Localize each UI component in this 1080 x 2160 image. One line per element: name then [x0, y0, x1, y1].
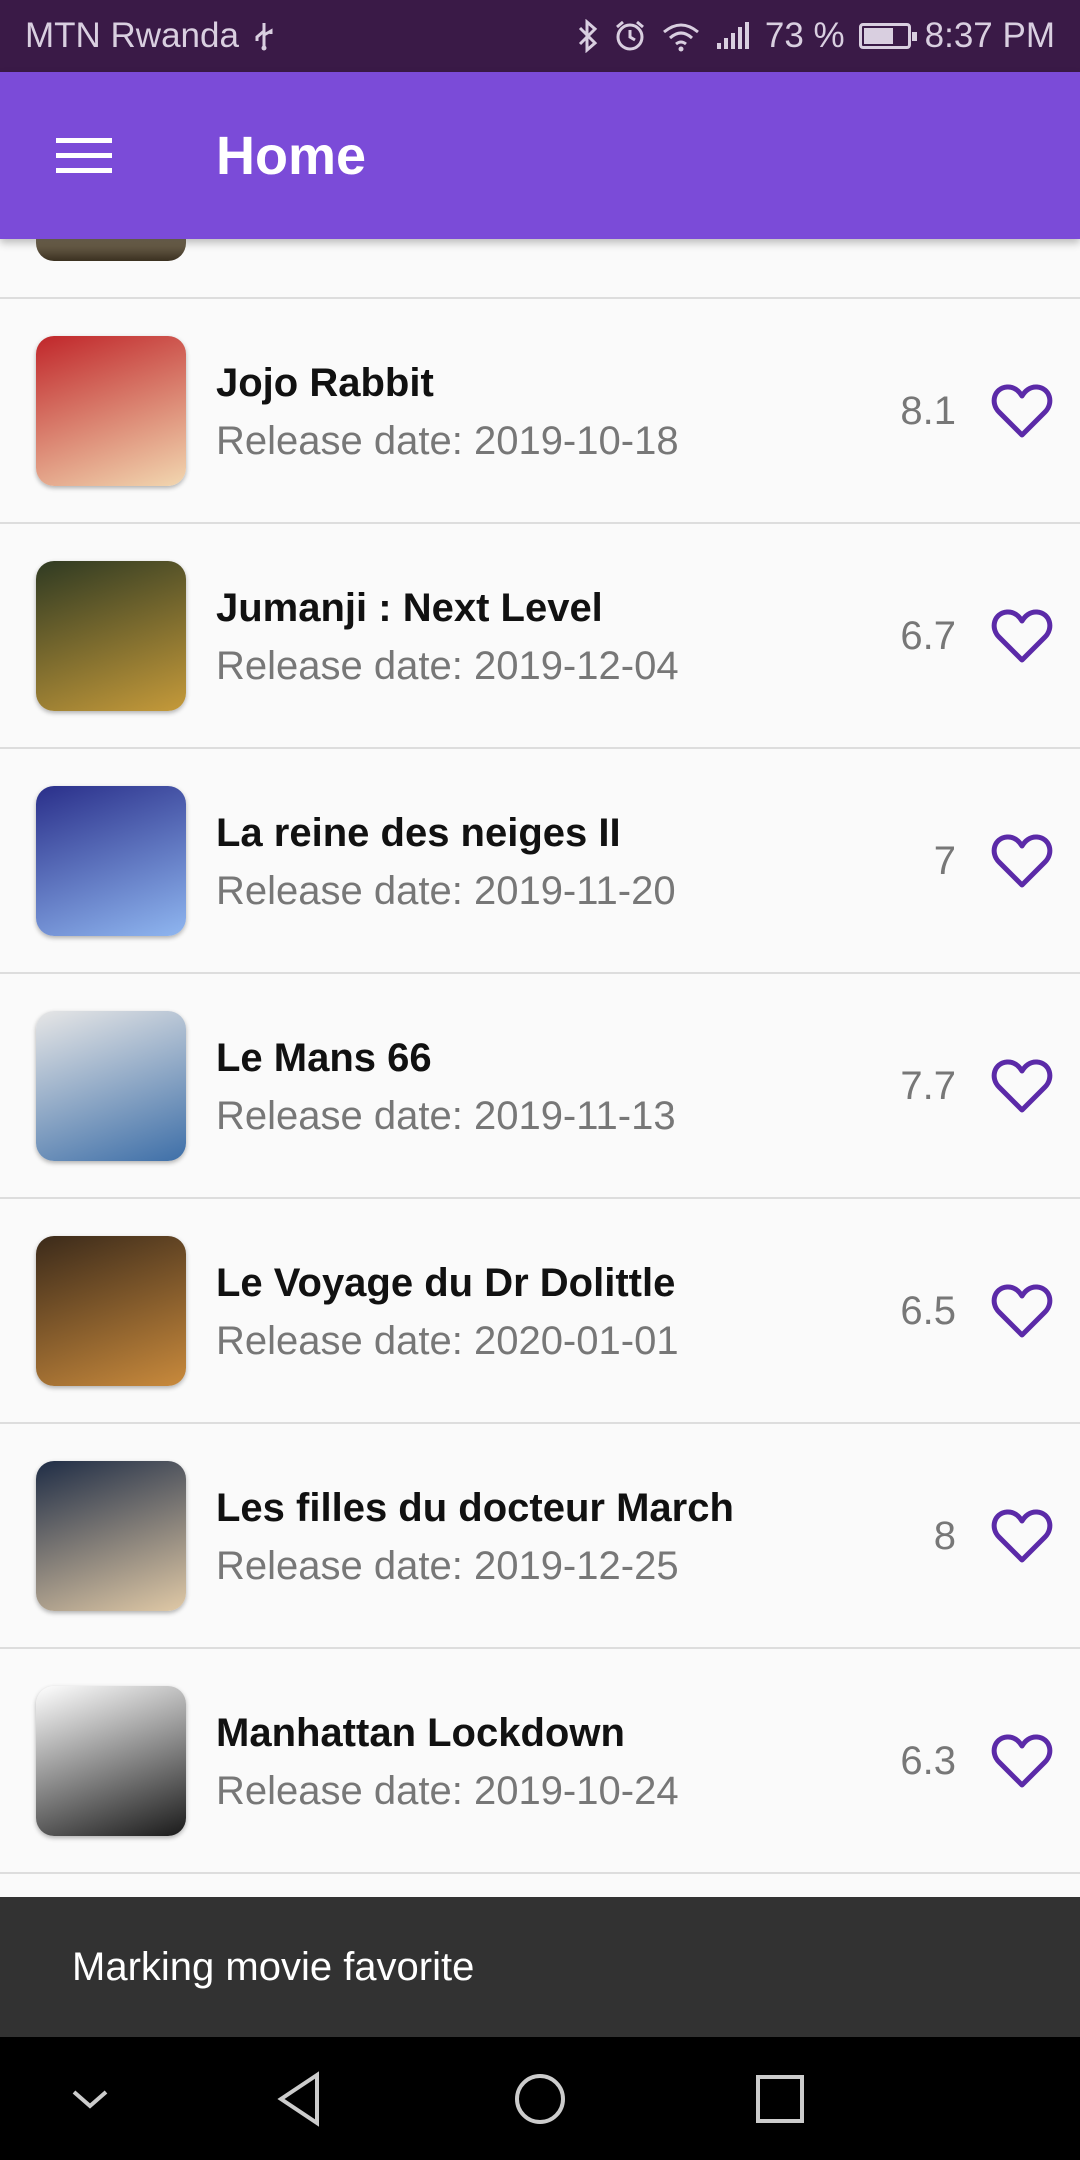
home-icon[interactable]: [508, 2067, 572, 2131]
release-date: Release date: 2019-10-24: [216, 1769, 679, 1813]
heart-icon[interactable]: [986, 1050, 1058, 1122]
movie-poster: [36, 786, 186, 936]
heart-icon[interactable]: [986, 375, 1058, 447]
movie-poster: [36, 561, 186, 711]
release-date: Release date: 2019-12-25: [216, 1544, 679, 1588]
battery-icon: [858, 23, 917, 49]
list-item[interactable]: Jojo Rabbit Release date: 2019-10-18 8.1: [0, 299, 1080, 524]
heart-icon[interactable]: [986, 825, 1058, 897]
chevron-down-icon[interactable]: [58, 2067, 122, 2131]
movie-title: Manhattan Lockdown: [216, 1711, 625, 1755]
signal-icon: [715, 21, 751, 51]
release-date: Release date: 2019-12-04: [216, 644, 679, 688]
snackbar-message: Marking movie favorite: [72, 1944, 475, 1989]
heart-icon[interactable]: [986, 1725, 1058, 1797]
bluetooth-icon: [577, 19, 599, 53]
list-item[interactable]: Jumanji : Next Level Release date: 2019-1…: [0, 524, 1080, 749]
heart-icon[interactable]: [986, 1275, 1058, 1347]
movie-title: Le Voyage du Dr Dolittle: [216, 1261, 676, 1305]
release-date: Release date: 2020-01-01: [216, 1319, 679, 1363]
app-bar: Home: [0, 72, 1080, 239]
battery-level: [863, 28, 893, 44]
movie-poster: [36, 1686, 186, 1836]
movie-poster: [36, 239, 186, 261]
heart-icon[interactable]: [986, 1500, 1058, 1572]
snackbar: Marking movie favorite: [0, 1897, 1080, 2037]
release-date: Release date: 2019-10-18: [216, 419, 679, 463]
list-item-partial[interactable]: [0, 239, 1080, 299]
list-item[interactable]: Le Mans 66 Release date: 2019-11-13 7.7: [0, 974, 1080, 1199]
movie-rating: 6.7: [900, 614, 956, 658]
list-item[interactable]: Le Voyage du Dr Dolittle Release date: 20…: [0, 1199, 1080, 1424]
hamburger-menu-icon[interactable]: [42, 114, 126, 198]
back-icon[interactable]: [268, 2067, 332, 2131]
movie-rating: 8: [933, 1514, 956, 1558]
alarm-icon: [613, 19, 647, 53]
movie-poster: [36, 1461, 186, 1611]
movie-poster: [36, 1011, 186, 1161]
list-item[interactable]: Les filles du docteur March Release date:…: [0, 1424, 1080, 1649]
movie-title: Le Mans 66: [216, 1036, 432, 1080]
carrier-label: MTN Rwanda: [25, 16, 239, 55]
release-date: Release date: 2019-11-20: [216, 869, 676, 913]
movie-poster: [36, 1236, 186, 1386]
movie-list[interactable]: Jojo Rabbit Release date: 2019-10-18 8.1 Ju…: [0, 239, 1080, 1897]
recents-icon[interactable]: [748, 2067, 812, 2131]
movie-title: Jumanji : Next Level: [216, 586, 603, 630]
wifi-icon: [661, 20, 701, 52]
heart-icon[interactable]: [986, 600, 1058, 672]
status-bar: MTN Rwanda 73 % 8:37 PM: [0, 0, 1080, 72]
usb-icon: [253, 21, 275, 51]
movie-title: La reine des neiges II: [216, 811, 621, 855]
battery-percent: 73 %: [764, 16, 845, 55]
movie-rating: 6.5: [900, 1289, 956, 1333]
movie-rating: 7.7: [900, 1064, 956, 1108]
movie-rating: 7: [933, 839, 956, 883]
movie-rating: 8.1: [900, 389, 956, 433]
movie-rating: 6.3: [900, 1739, 956, 1783]
clock: 8:37 PM: [924, 16, 1055, 55]
list-item[interactable]: Manhattan Lockdown Release date: 2019-10-…: [0, 1649, 1080, 1874]
system-nav-bar: [0, 2037, 1080, 2160]
list-item[interactable]: La reine des neiges II Release date: 2019…: [0, 749, 1080, 974]
page-title: Home: [216, 125, 367, 186]
movie-title: Jojo Rabbit: [216, 361, 434, 405]
movie-poster: [36, 336, 186, 486]
movie-title: Les filles du docteur March: [216, 1486, 734, 1530]
release-date: Release date: 2019-11-13: [216, 1094, 676, 1138]
